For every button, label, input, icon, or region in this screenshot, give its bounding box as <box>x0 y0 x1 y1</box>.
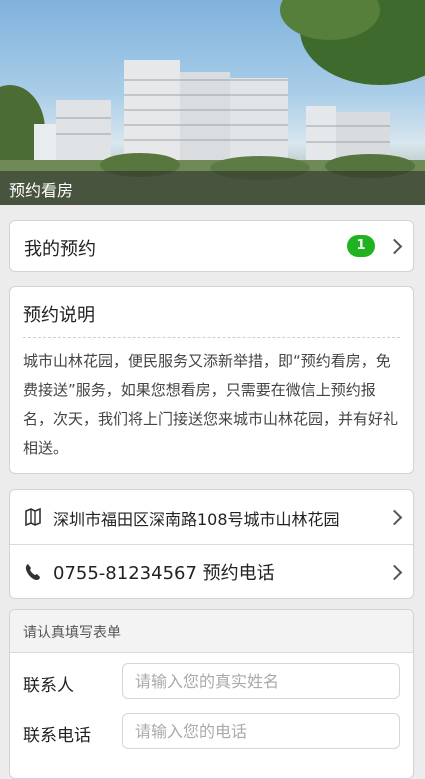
reservation-description-card: 预约说明 城市山林花园，便民服务又添新举措，即“预约看房，免费接送”服务，如果您… <box>9 286 414 474</box>
my-reservation-row[interactable]: 我的预约 1 <box>9 220 414 272</box>
phone-row[interactable]: 0755-81234567 预约电话 <box>10 544 413 599</box>
address-row[interactable]: 深圳市福田区深南路108号城市山林花园 <box>10 490 413 544</box>
form-header: 请认真填写表单 <box>10 610 413 653</box>
phone-text: 0755-81234567 预约电话 <box>53 563 275 584</box>
map-icon <box>25 507 41 527</box>
contact-phone-input[interactable] <box>122 713 400 749</box>
contact-card: 深圳市福田区深南路108号城市山林花园 0755-81234567 预约电话 <box>9 489 414 599</box>
my-reservation-label: 我的预约 <box>24 239 96 260</box>
contact-name-input[interactable] <box>122 663 400 699</box>
contact-name-label: 联系人 <box>23 676 74 696</box>
hero-caption: 预约看房 <box>9 181 74 200</box>
description-body: 城市山林花园，便民服务又添新举措，即“预约看房，免费接送”服务，如果您想看房，只… <box>23 352 399 457</box>
hero-caption-bar: 预约看房 <box>0 171 425 205</box>
hero-banner: 预约看房 <box>0 0 425 205</box>
reservation-form: 请认真填写表单 联系人 联系电话 <box>9 609 414 779</box>
address-text: 深圳市福田区深南路108号城市山林花园 <box>53 510 340 529</box>
form-header-text: 请认真填写表单 <box>23 625 121 641</box>
contact-phone-label: 联系电话 <box>23 726 91 746</box>
chevron-right-icon <box>386 564 403 581</box>
chevron-right-icon <box>386 238 403 255</box>
phone-icon <box>25 564 40 580</box>
reservation-count-badge: 1 <box>347 235 375 257</box>
chevron-right-icon <box>386 509 403 526</box>
description-title: 预约说明 <box>23 305 95 326</box>
divider <box>23 337 400 338</box>
